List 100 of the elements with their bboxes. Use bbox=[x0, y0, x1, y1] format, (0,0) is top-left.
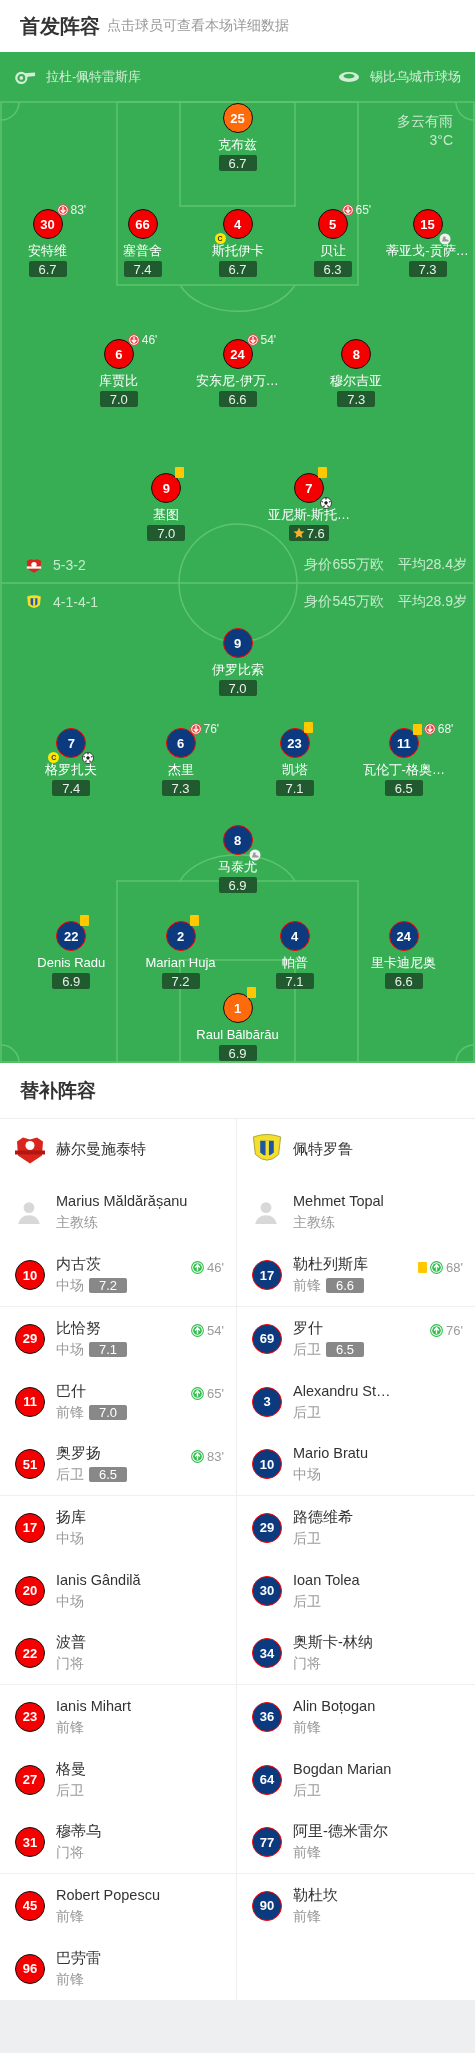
shirt-number[interactable]: 7 bbox=[56, 728, 87, 758]
player-position: 前锋 bbox=[293, 1843, 321, 1862]
shirt-number[interactable]: 22 bbox=[15, 1638, 45, 1668]
shirt-number[interactable]: 17 bbox=[252, 1260, 282, 1290]
player-position: 后卫 bbox=[293, 1339, 321, 1359]
player-rating: 7.2 bbox=[89, 1278, 128, 1293]
shirt-number[interactable]: 27 bbox=[15, 1764, 45, 1795]
shirt-number[interactable]: 90 bbox=[252, 1890, 282, 1921]
player-rating: 6.5 bbox=[89, 1467, 128, 1482]
substitution-minute: 54' bbox=[260, 333, 277, 347]
player-name: 阿里-德米雷尔 bbox=[293, 1822, 388, 1841]
shirt-number[interactable]: 6 bbox=[103, 339, 134, 369]
shirt-number[interactable]: 30 bbox=[32, 209, 63, 239]
shirt-number[interactable]: 96 bbox=[15, 1953, 45, 1984]
shirt-number[interactable]: 4 bbox=[279, 921, 310, 951]
shirt-number[interactable]: 3 bbox=[252, 1386, 282, 1417]
player-position: 前锋 bbox=[293, 1717, 321, 1737]
booking-card-icon bbox=[412, 723, 422, 735]
shirt-number[interactable]: 23 bbox=[279, 728, 310, 758]
player-rating: 6.5 bbox=[384, 780, 423, 796]
shirt-number[interactable]: 20 bbox=[15, 1575, 45, 1606]
shirt-number[interactable]: 66 bbox=[127, 209, 158, 239]
shirt-number[interactable]: 11 bbox=[388, 728, 419, 758]
shirt-number[interactable]: 24 bbox=[388, 921, 419, 951]
substitution-in-icon bbox=[191, 1324, 205, 1337]
shirt-number[interactable]: 30 bbox=[252, 1575, 282, 1606]
player-name: 巴劳雷 bbox=[56, 1948, 101, 1968]
player-name: 安东尼-伊万… bbox=[196, 373, 279, 389]
substitution-minute: 46' bbox=[141, 333, 158, 347]
player-rating: 6.6 bbox=[326, 1278, 365, 1293]
person-icon bbox=[16, 1199, 42, 1225]
player-name: 杰里 bbox=[167, 762, 194, 778]
shirt-number[interactable]: 10 bbox=[252, 1449, 282, 1479]
player-name: 基图 bbox=[153, 507, 180, 523]
substitution-out-icon bbox=[189, 723, 202, 735]
shirt-number[interactable]: 77 bbox=[252, 1827, 282, 1857]
shirt-number[interactable]: 5 bbox=[317, 209, 348, 239]
shirt-number[interactable]: 29 bbox=[252, 1512, 282, 1543]
shirt-number[interactable]: 17 bbox=[15, 1512, 45, 1543]
substitution-in-icon bbox=[191, 1450, 205, 1463]
shirt-number[interactable]: 1 bbox=[222, 993, 253, 1023]
shirt-number[interactable]: 7 bbox=[293, 473, 324, 503]
formation-text: 4-1-4-1 bbox=[53, 594, 99, 610]
shirt-number[interactable]: 36 bbox=[252, 1701, 282, 1732]
player-rating: 7.4 bbox=[123, 261, 162, 277]
shirt-number[interactable]: 34 bbox=[252, 1638, 282, 1668]
player-name: 亚尼斯-斯托… bbox=[267, 507, 350, 523]
substitution-minute: 68' bbox=[437, 722, 454, 736]
player-rating: 6.6 bbox=[384, 973, 423, 989]
player-name: 路德维希 bbox=[293, 1507, 353, 1527]
shirt-number[interactable]: 64 bbox=[252, 1764, 282, 1795]
substitution-out-icon bbox=[423, 723, 436, 735]
referee-name: 拉杜-佩特雷斯库 bbox=[46, 68, 142, 86]
shirt-number[interactable]: 51 bbox=[15, 1449, 45, 1479]
player-name: 扬库 bbox=[56, 1507, 86, 1527]
team-logo-icon bbox=[25, 556, 43, 574]
shirt-number[interactable]: 9 bbox=[151, 473, 182, 503]
player-rating: 7.3 bbox=[337, 391, 376, 407]
substitution-in-icon bbox=[191, 1261, 205, 1274]
shirt-number[interactable]: 29 bbox=[15, 1323, 45, 1354]
shirt-number[interactable]: 4 bbox=[222, 209, 253, 239]
shirt-number[interactable]: 15 bbox=[412, 209, 443, 239]
shirt-number[interactable]: 6 bbox=[165, 728, 196, 758]
player-rating: 7.6 bbox=[288, 525, 329, 541]
player-name: 凯塔 bbox=[281, 762, 308, 778]
player-position: 前锋 bbox=[56, 1969, 84, 1989]
shirt-number[interactable]: 31 bbox=[15, 1827, 45, 1857]
shirt-number[interactable]: 24 bbox=[222, 339, 253, 369]
player-name: 瓦伦丁-格奥… bbox=[362, 762, 445, 778]
soccer-ball-icon bbox=[82, 752, 95, 764]
shirt-number[interactable]: 69 bbox=[252, 1323, 282, 1354]
shirt-number[interactable]: 9 bbox=[222, 628, 253, 658]
player-position: 前锋 bbox=[56, 1717, 84, 1737]
shirt-number[interactable]: 22 bbox=[56, 921, 87, 951]
player-name: Bogdan Marian bbox=[293, 1759, 392, 1779]
whistle-icon bbox=[14, 70, 36, 84]
shirt-number[interactable]: 23 bbox=[15, 1701, 45, 1732]
average-age: 平均28.9岁 bbox=[397, 593, 467, 611]
shirt-number[interactable]: 25 bbox=[222, 103, 253, 133]
booking-card-icon bbox=[189, 915, 199, 926]
team-name: 赫尔曼施泰特 bbox=[56, 1140, 146, 1159]
shirt-number[interactable]: 8 bbox=[341, 339, 372, 369]
booking-card-icon bbox=[317, 467, 327, 478]
shirt-number[interactable]: 45 bbox=[15, 1890, 45, 1921]
shirt-number[interactable]: 2 bbox=[165, 921, 196, 951]
shirt-number[interactable]: 8 bbox=[222, 825, 253, 855]
shirt-number[interactable]: 11 bbox=[15, 1386, 45, 1417]
section-title: 首发阵容 bbox=[20, 13, 100, 39]
boot-icon bbox=[248, 849, 261, 861]
market-value: 身价545万欧 bbox=[304, 593, 384, 611]
weather-text: 多云有雨 bbox=[397, 112, 453, 131]
player-name: 巴什 bbox=[56, 1381, 87, 1401]
player-name: 库贾比 bbox=[99, 373, 139, 389]
booking-card-icon bbox=[303, 722, 313, 733]
player-name: 里卡迪尼奥 bbox=[371, 955, 437, 971]
substitution-minute: 65' bbox=[207, 1386, 224, 1401]
soccer-ball-icon bbox=[319, 497, 332, 509]
shirt-number[interactable]: 10 bbox=[15, 1260, 45, 1290]
player-position: 前锋 bbox=[56, 1906, 84, 1926]
player-rating: 7.1 bbox=[275, 973, 314, 989]
